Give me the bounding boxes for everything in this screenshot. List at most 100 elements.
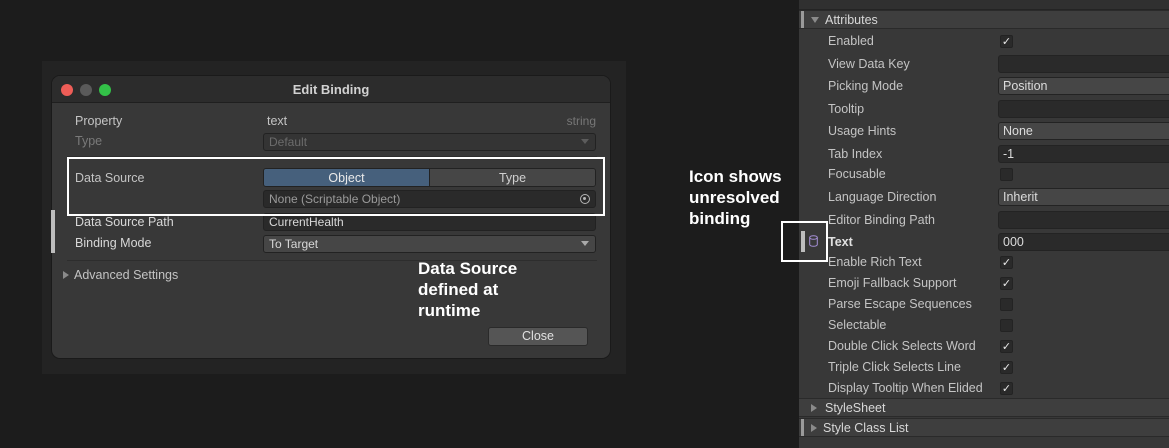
attribute-row: Enable Rich Text ✓ [799,252,1169,273]
inspector-panel: Attributes Enabled ✓ View Data Key Picking … [799,0,1169,448]
property-type: string [566,114,596,128]
annotation-line: unresolved [689,188,780,207]
check-icon: ✓ [1001,341,1012,353]
attribute-row: View Data Key [799,54,1169,75]
attribute-row: Text 000 [799,232,1169,253]
check-icon: ✓ [1001,278,1012,290]
check-icon: ✓ [1001,383,1012,395]
attribute-row: Double Click Selects Word ✓ [799,336,1169,357]
attribute-row: Usage Hints None [799,121,1169,142]
annotation-line: defined at [418,280,499,299]
check-icon: ✓ [1001,362,1012,374]
attribute-row: Emoji Fallback Support ✓ [799,273,1169,294]
data-source-highlight [67,157,605,216]
attribute-label: Display Tooltip When Elided [828,381,983,395]
attribute-label: Emoji Fallback Support [828,276,957,290]
attribute-label: Selectable [828,318,887,332]
attribute-checkbox[interactable]: ✓ [1000,35,1013,48]
property-row: Property text string [52,112,610,132]
attribute-checkbox[interactable] [1000,168,1013,181]
edit-binding-dialog: Edit Binding Property text string Type D… [51,75,611,359]
check-icon: ✓ [1001,257,1012,269]
attribute-row: Triple Click Selects Line ✓ [799,357,1169,378]
attribute-row: Picking Mode Position [799,76,1169,97]
attribute-label: Text [828,235,853,249]
binding-mode-value: To Target [269,237,319,251]
attribute-dropdown[interactable]: Position [998,77,1169,95]
advanced-settings-foldout[interactable]: Advanced Settings [52,266,610,286]
data-source-path-label: Data Source Path [75,215,174,229]
annotation-line: binding [689,209,751,228]
chevron-right-icon [811,404,817,412]
attribute-input[interactable] [998,55,1169,73]
attribute-checkbox[interactable]: ✓ [1000,382,1013,395]
attribute-value: None [1003,124,1033,138]
type-label: Type [75,134,103,148]
attribute-label: Picking Mode [828,79,904,93]
stylesheet-title: StyleSheet [825,401,886,415]
attribute-label: Tooltip [828,102,865,116]
attribute-checkbox[interactable] [1000,298,1013,311]
property-label: Property [75,114,123,128]
attribute-input[interactable] [998,100,1169,118]
attribute-label: Triple Click Selects Line [828,360,961,374]
attribute-checkbox[interactable]: ✓ [1000,340,1013,353]
binding-icon-highlight [781,221,828,262]
data-source-path-row: Data Source Path CurrentHealth [52,213,610,233]
attribute-label: Language Direction [828,190,937,204]
attribute-value: -1 [1003,147,1015,161]
attribute-row: Editor Binding Path [799,210,1169,231]
type-dropdown-value: Default [269,135,308,149]
attribute-label: Enable Rich Text [828,255,922,269]
attribute-row: Tooltip [799,99,1169,120]
attribute-label: Parse Escape Sequences [828,297,972,311]
binding-mode-row: Binding Mode To Target [52,234,610,254]
attribute-checkbox[interactable] [1000,319,1013,332]
attribute-row: Enabled ✓ [799,31,1169,52]
attribute-checkbox[interactable]: ✓ [1000,256,1013,269]
dialog-title: Edit Binding [292,82,370,97]
attribute-dropdown[interactable]: Inherit [998,188,1169,206]
attribute-checkbox[interactable]: ✓ [1000,361,1013,374]
section-marker [801,11,804,28]
dialog-titlebar: Edit Binding [52,76,610,103]
binding-mode-label: Binding Mode [75,236,152,250]
chevron-right-icon [811,424,817,432]
attribute-input[interactable]: 000 [998,233,1169,251]
attribute-label: View Data Key [828,57,910,71]
attribute-label: Double Click Selects Word [828,339,976,353]
chevron-right-icon [63,271,69,279]
attribute-row: Focusable [799,164,1169,185]
close-button[interactable]: Close [488,327,588,346]
attribute-input[interactable] [998,211,1169,229]
annotation-line: Icon shows [689,167,782,186]
property-value: text [267,114,288,128]
attribute-label: Tab Index [828,147,883,161]
attribute-label: Focusable [828,167,886,181]
binding-mode-dropdown[interactable]: To Target [263,235,596,253]
advanced-settings-label: Advanced Settings [74,268,179,282]
attribute-input[interactable]: -1 [998,145,1169,163]
runtime-annotation: Data Source defined at runtime [418,258,517,321]
attribute-value: Position [1003,79,1048,93]
style-class-list-section-header[interactable]: Style Class List [799,418,1169,437]
attribute-row: Selectable [799,315,1169,336]
chevron-down-icon [581,241,589,246]
inspector-top-bar [799,0,1169,10]
attribute-value: 000 [1003,235,1024,249]
binding-row-marker [51,210,55,253]
chevron-down-icon [811,17,819,23]
attribute-checkbox[interactable]: ✓ [1000,277,1013,290]
attribute-value: Inherit [1003,190,1038,204]
attribute-label: Editor Binding Path [828,213,936,227]
style-class-list-title: Style Class List [823,421,909,435]
attribute-row: Parse Escape Sequences [799,294,1169,315]
attribute-label: Enabled [828,34,874,48]
type-row: Type Default [52,132,610,152]
icon-annotation: Icon shows unresolved binding [689,166,782,229]
attribute-dropdown[interactable]: None [998,122,1169,140]
annotation-line: Data Source [418,259,518,278]
attributes-section-header[interactable]: Attributes [799,10,1169,29]
check-icon: ✓ [1001,36,1012,48]
stylesheet-section-header[interactable]: StyleSheet [799,398,1169,417]
